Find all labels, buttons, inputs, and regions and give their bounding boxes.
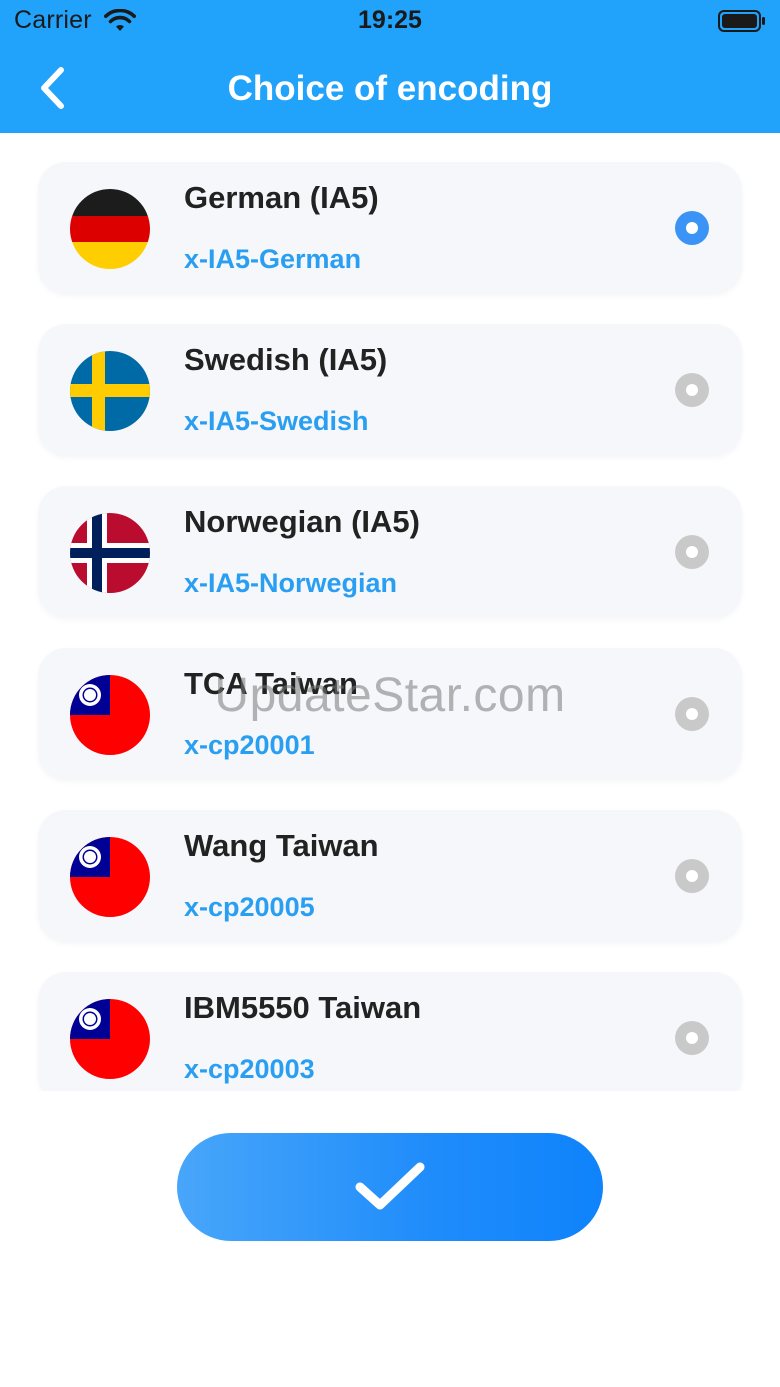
encoding-item-german[interactable]: German (IA5) x-IA5-German [38, 162, 742, 294]
back-button[interactable] [22, 60, 82, 116]
encoding-item-wang-taiwan[interactable]: Wang Taiwan x-cp20005 [38, 810, 742, 942]
navigation-bar: Choice of encoding [0, 44, 780, 133]
page-title: Choice of encoding [227, 69, 553, 108]
encoding-code: x-IA5-Norwegian [184, 568, 398, 598]
encoding-name: IBM5550 Taiwan [184, 990, 422, 1025]
encoding-code: x-cp20001 [184, 730, 315, 760]
encoding-item-swedish[interactable]: Swedish (IA5) x-IA5-Swedish [38, 324, 742, 456]
encoding-code: x-IA5-German [184, 244, 362, 274]
encoding-item-ibm5550-taiwan[interactable]: IBM5550 Taiwan x-cp20003 [38, 972, 742, 1091]
checkmark-icon [355, 1162, 425, 1210]
encoding-code: x-IA5-Swedish [184, 406, 369, 436]
encoding-item-tca-taiwan[interactable]: TCA Taiwan x-cp20001 [38, 648, 742, 780]
taiwan-flag-icon [70, 999, 150, 1079]
norway-flag-icon [70, 513, 150, 593]
status-time: 19:25 [358, 6, 422, 34]
radio-unselected[interactable] [675, 697, 709, 731]
encoding-code: x-cp20005 [184, 892, 315, 922]
status-bar: Carrier 19:25 [0, 0, 780, 44]
encoding-code: x-cp20003 [184, 1054, 315, 1084]
radio-unselected[interactable] [675, 859, 709, 893]
radio-unselected[interactable] [675, 535, 709, 569]
encoding-name: German (IA5) [184, 180, 379, 215]
encoding-name: Norwegian (IA5) [184, 504, 420, 539]
taiwan-flag-icon [70, 675, 150, 755]
radio-unselected[interactable] [675, 1021, 709, 1055]
radio-unselected[interactable] [675, 373, 709, 407]
encoding-item-norwegian[interactable]: Norwegian (IA5) x-IA5-Norwegian [38, 486, 742, 618]
chevron-left-icon [41, 67, 64, 109]
confirm-button[interactable] [177, 1133, 603, 1241]
battery-icon [718, 10, 765, 32]
encoding-name: Swedish (IA5) [184, 342, 388, 377]
taiwan-flag-icon [70, 837, 150, 917]
encoding-name: TCA Taiwan [184, 666, 358, 701]
sweden-flag-icon [70, 351, 150, 431]
header-bar: Carrier 19:25 Choice of encoding [0, 0, 780, 133]
encoding-name: Wang Taiwan [184, 828, 379, 863]
encoding-list[interactable]: German (IA5) x-IA5-German Swedish (IA5) … [0, 133, 780, 1091]
radio-selected[interactable] [675, 211, 709, 245]
germany-flag-icon [70, 189, 150, 269]
